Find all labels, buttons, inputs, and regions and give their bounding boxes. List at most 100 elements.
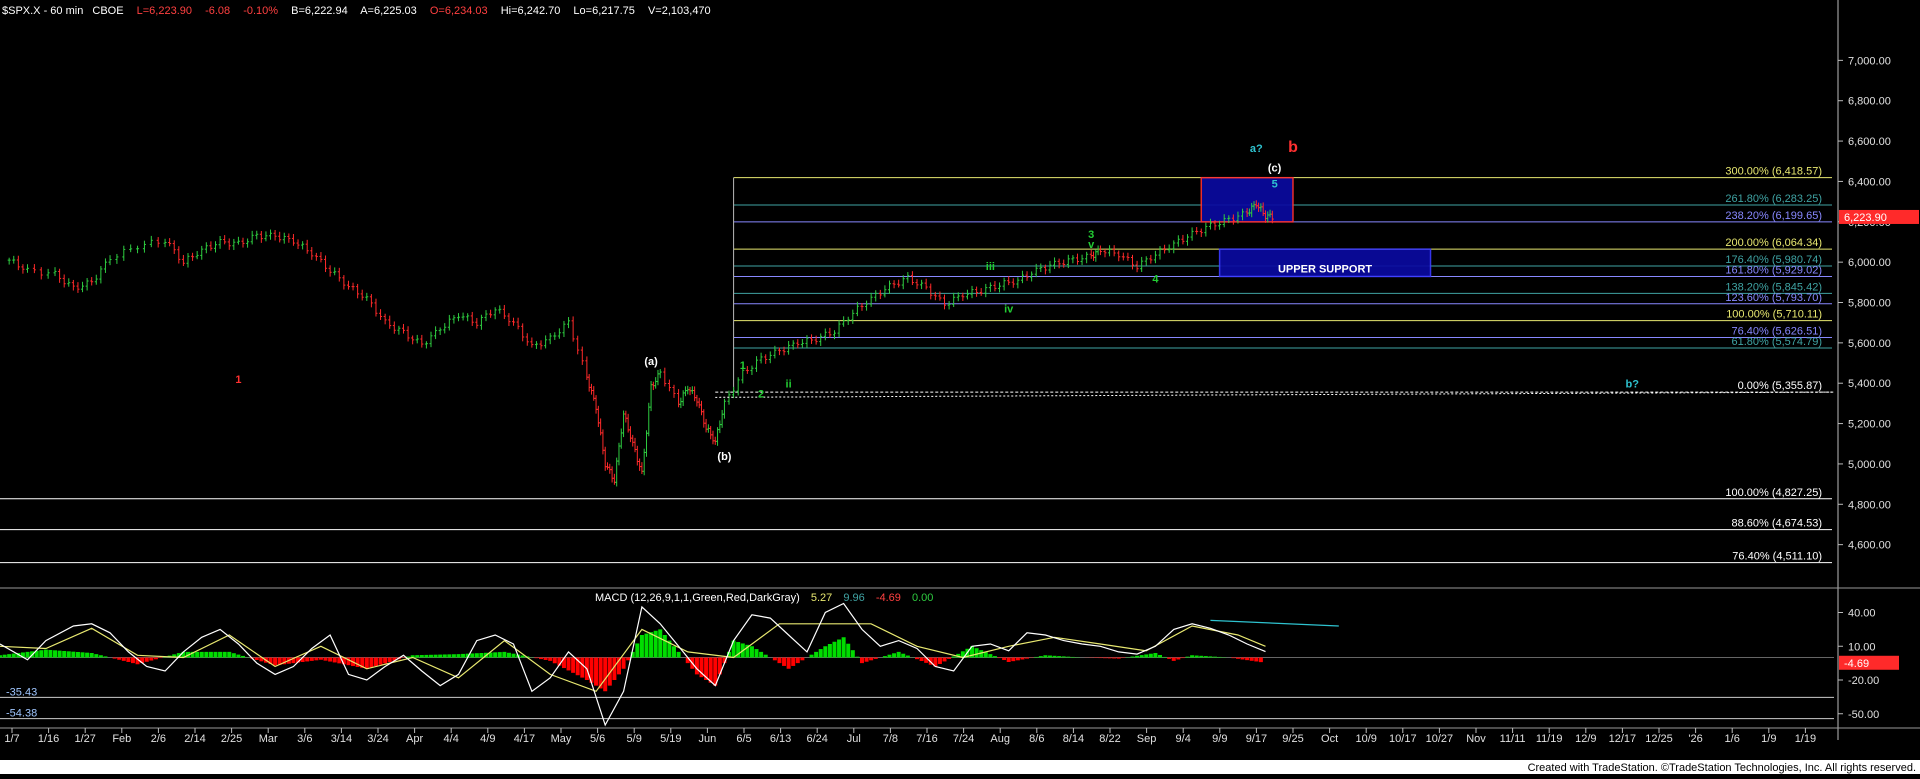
macd-histogram-bar bbox=[145, 658, 149, 662]
price-axis-label: 5,200.00 bbox=[1848, 419, 1891, 431]
time-axis-label: 1/6 bbox=[1725, 733, 1740, 745]
macd-histogram-bar bbox=[787, 658, 791, 669]
time-axis-label: 2/14 bbox=[184, 733, 205, 745]
macd-histogram-bar bbox=[3, 655, 7, 658]
macd-histogram-bar bbox=[906, 656, 910, 658]
macd-histogram-bar bbox=[810, 655, 814, 658]
footer-credit: Created with TradeStation. ©TradeStation… bbox=[1528, 762, 1916, 774]
macd-histogram-bar bbox=[594, 658, 598, 686]
time-axis-label: 12/25 bbox=[1645, 733, 1673, 745]
macd-histogram-bar bbox=[759, 652, 763, 658]
macd-histogram-bar bbox=[388, 658, 392, 663]
macd-histogram-bar bbox=[658, 629, 662, 657]
macd-histogram-bar bbox=[209, 652, 213, 658]
macd-histogram-bar bbox=[85, 653, 89, 658]
macd-histogram-bar bbox=[887, 655, 891, 658]
wave-label: iv bbox=[1004, 304, 1014, 316]
fib-level-label: 261.80% (6,283.25) bbox=[1725, 193, 1822, 205]
macd-histogram-bar bbox=[984, 652, 988, 657]
wave-label: iii bbox=[986, 261, 995, 273]
header-high: Hi=6,242.70 bbox=[501, 5, 561, 17]
macd-histogram-bar bbox=[1066, 657, 1070, 658]
macd-histogram-bar bbox=[1025, 658, 1029, 659]
macd-histogram-bar bbox=[1130, 657, 1134, 658]
macd-histogram-bar bbox=[640, 635, 644, 658]
macd-histogram-bar bbox=[860, 658, 864, 664]
macd-histogram-bar bbox=[434, 655, 438, 658]
chart-canvas[interactable]: 300.00% (6,418.57)261.80% (6,283.25)238.… bbox=[0, 0, 1920, 774]
macd-histogram-bar bbox=[777, 658, 781, 664]
macd-histogram-bar bbox=[947, 658, 951, 659]
macd-histogram-bar bbox=[1163, 657, 1167, 658]
fib-level-label: 200.00% (6,064.34) bbox=[1725, 237, 1822, 249]
macd-histogram-bar bbox=[328, 658, 332, 662]
macd-histogram-bar bbox=[828, 644, 832, 658]
header-open: O=6,234.03 bbox=[430, 5, 488, 17]
time-axis-label: 1/7 bbox=[4, 733, 19, 745]
macd-histogram-bar bbox=[117, 658, 121, 660]
macd-histogram-bar bbox=[1213, 657, 1217, 658]
macd-axis-label: -20.00 bbox=[1848, 675, 1879, 687]
time-axis-label: 9/9 bbox=[1212, 733, 1227, 745]
macd-histogram-bar bbox=[369, 658, 373, 668]
macd-histogram-bar bbox=[1053, 656, 1057, 658]
header-exchange: CBOE bbox=[92, 5, 123, 17]
macd-histogram-bar bbox=[819, 649, 823, 657]
macd-histogram-bar bbox=[796, 658, 800, 664]
macd-histogram-bar bbox=[832, 642, 836, 658]
macd-histogram-bar bbox=[1218, 657, 1222, 658]
macd-histogram-bar bbox=[1259, 658, 1263, 663]
macd-histogram-bar bbox=[0, 655, 2, 657]
macd-axis-label: 10.00 bbox=[1848, 641, 1876, 653]
macd-histogram-bar bbox=[94, 654, 98, 657]
macd-histogram-bar bbox=[424, 655, 428, 658]
macd-histogram-bar bbox=[305, 658, 309, 662]
macd-histogram-bar bbox=[539, 658, 543, 660]
macd-histogram-bar bbox=[1181, 658, 1185, 659]
macd-histogram-bar bbox=[782, 658, 786, 666]
macd-histogram-bar bbox=[1098, 658, 1102, 659]
macd-histogram-bar bbox=[1167, 658, 1171, 659]
macd-histogram-bar bbox=[1195, 656, 1199, 658]
macd-histogram-bar bbox=[1254, 658, 1258, 662]
macd-readout-signal: 9.96 bbox=[843, 592, 864, 604]
header-ask: A=6,225.03 bbox=[360, 5, 417, 17]
macd-histogram-bar bbox=[457, 654, 461, 657]
macd-histogram-bar bbox=[498, 652, 502, 657]
price-axis-label: 5,400.00 bbox=[1848, 378, 1891, 390]
fib-level-label: 161.80% (5,929.02) bbox=[1725, 264, 1822, 276]
fib-level-label: 88.60% (4,674.53) bbox=[1731, 518, 1822, 530]
time-axis-label: 2/25 bbox=[221, 733, 242, 745]
macd-histogram-bar bbox=[1103, 658, 1107, 659]
macd-histogram-bar bbox=[1062, 656, 1066, 657]
macd-histogram-bar bbox=[204, 652, 208, 658]
macd-histogram-bar bbox=[1204, 656, 1208, 657]
macd-title: MACD (12,26,9,1,1,Green,Red,DarkGray) bbox=[595, 592, 800, 604]
fib-level-label: 123.60% (5,793.70) bbox=[1725, 292, 1822, 304]
macd-histogram-bar bbox=[324, 658, 328, 661]
macd-histogram-bar bbox=[1153, 653, 1157, 658]
macd-histogram-bar bbox=[1199, 656, 1203, 658]
time-axis-label: 4/17 bbox=[514, 733, 535, 745]
macd-histogram-bar bbox=[1034, 657, 1038, 658]
macd-histogram-bar bbox=[149, 658, 153, 661]
time-axis-label: 3/6 bbox=[297, 733, 312, 745]
fib-level-label: 300.00% (6,418.57) bbox=[1725, 166, 1822, 178]
macd-histogram-bar bbox=[90, 653, 94, 658]
macd-histogram-bar bbox=[314, 658, 318, 661]
macd-histogram-bar bbox=[438, 655, 442, 658]
macd-histogram-bar bbox=[470, 653, 474, 657]
time-axis-label: Aug bbox=[990, 733, 1010, 745]
wave-label: 1 bbox=[740, 360, 746, 372]
macd-histogram-bar bbox=[1108, 658, 1112, 659]
macd-histogram-bar bbox=[626, 658, 630, 661]
time-axis-label: 5/9 bbox=[627, 733, 642, 745]
macd-readout-zero: 0.00 bbox=[912, 592, 933, 604]
time-axis-label: 9/17 bbox=[1246, 733, 1267, 745]
fib-level-label: 0.00% (5,355.87) bbox=[1738, 380, 1822, 392]
macd-histogram-bar bbox=[1043, 655, 1047, 657]
time-axis-label: 3/14 bbox=[331, 733, 352, 745]
macd-histogram-bar bbox=[99, 655, 103, 657]
macd-histogram-bar bbox=[548, 658, 552, 661]
macd-histogram-bar bbox=[62, 651, 66, 658]
